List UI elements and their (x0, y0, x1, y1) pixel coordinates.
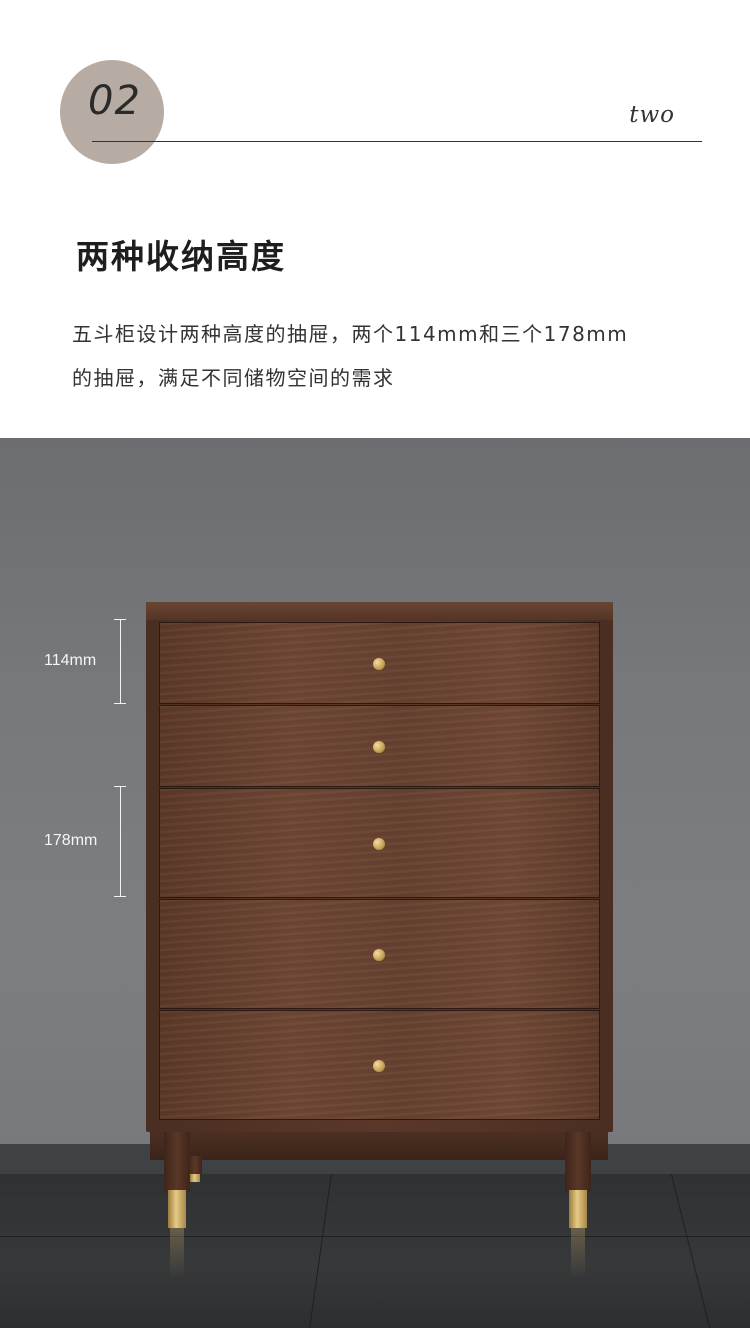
leg-brass-cap (569, 1190, 587, 1228)
drawer-5 (159, 1010, 600, 1120)
product-photo: 114mm 178mm (0, 438, 750, 1328)
drawer-1 (159, 622, 600, 704)
guide-tick-bottom (114, 703, 126, 704)
description-line-2: 的抽屉，满足不同储物空间的需求 (72, 366, 395, 390)
brass-knob (373, 949, 385, 961)
measure-label-178: 178mm (44, 832, 98, 849)
guide-line (120, 786, 121, 896)
brass-knob (373, 741, 385, 753)
drawer-4 (159, 899, 600, 1009)
floor-tile-seam (309, 1174, 332, 1328)
floor-reflection (170, 1228, 184, 1278)
brass-knob (373, 1060, 385, 1072)
description-line-1: 五斗柜设计两种高度的抽屉，两个114mm和三个178mm (72, 322, 629, 346)
drawer-2 (159, 705, 600, 787)
dresser-top (146, 602, 613, 620)
guide-tick-bottom (114, 896, 126, 897)
floor-reflection (571, 1228, 585, 1278)
front-right-leg (565, 1132, 591, 1192)
leg-brass-cap (168, 1190, 186, 1228)
front-left-leg (164, 1132, 190, 1192)
floor-tile-seam (670, 1174, 711, 1328)
brass-knob (373, 658, 385, 670)
floor-tile-seam (0, 1236, 750, 1237)
section-description: 五斗柜设计两种高度的抽屉，两个114mm和三个178mm 的抽屉，满足不同储物空… (72, 312, 712, 400)
section-header: 02 two 两种收纳高度 五斗柜设计两种高度的抽屉，两个114mm和三个178… (0, 0, 750, 438)
section-number: 02 (88, 78, 141, 124)
measure-label-114: 114mm (44, 652, 97, 669)
section-title: 两种收纳高度 (76, 237, 286, 276)
header-divider (92, 141, 702, 142)
brass-knob (373, 838, 385, 850)
floor (0, 1174, 750, 1328)
drawer-3 (159, 788, 600, 898)
section-word: two (629, 102, 675, 128)
leg-brass-cap (190, 1174, 200, 1182)
dresser-apron (150, 1132, 608, 1160)
rear-left-leg (188, 1156, 202, 1176)
guide-line (120, 619, 121, 703)
